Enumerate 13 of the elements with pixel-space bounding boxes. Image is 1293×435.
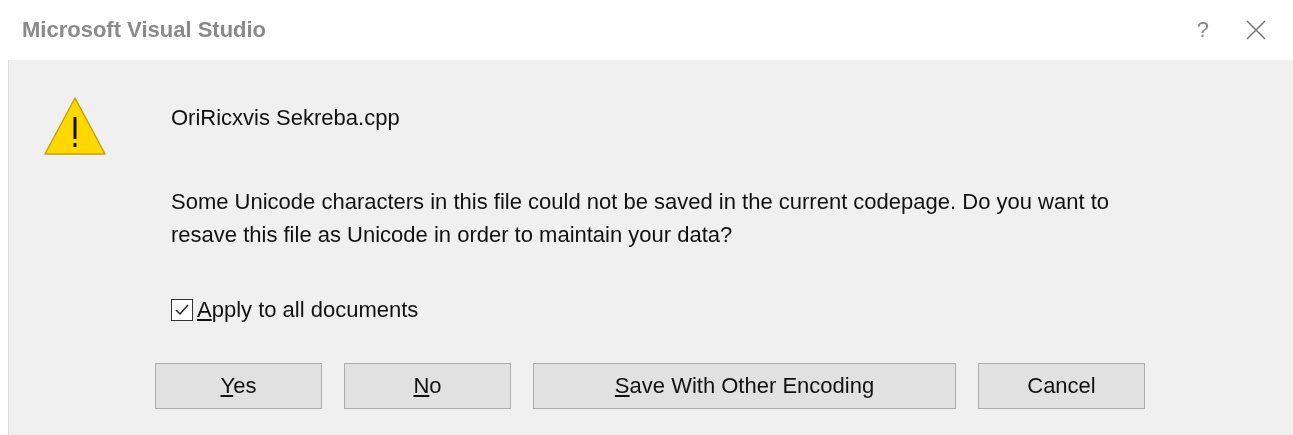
file-name: OriRicxvis Sekreba.cpp [171,105,401,131]
message-text: Some Unicode characters in this file could not be saved in the current codepage. Do you want to resave this file as Unicode in order to maintain your data? [171,188,1110,249]
checkmark-icon [174,302,190,318]
close-icon[interactable] [1245,19,1267,41]
warning-icon [43,95,107,157]
dialog-button[interactable]: Yes [155,363,322,409]
window-title: Microsoft Visual Studio [22,17,268,43]
checkbox[interactable] [171,299,193,321]
dialog-button[interactable]: Cancel [978,363,1145,409]
dialog-button[interactable]: No [344,363,511,409]
apply-checkbox[interactable]: Apply to all documents [171,297,1171,323]
dialog-button[interactable]: Save With Other Encoding [533,363,956,409]
help-button[interactable]: ? [1196,17,1209,43]
